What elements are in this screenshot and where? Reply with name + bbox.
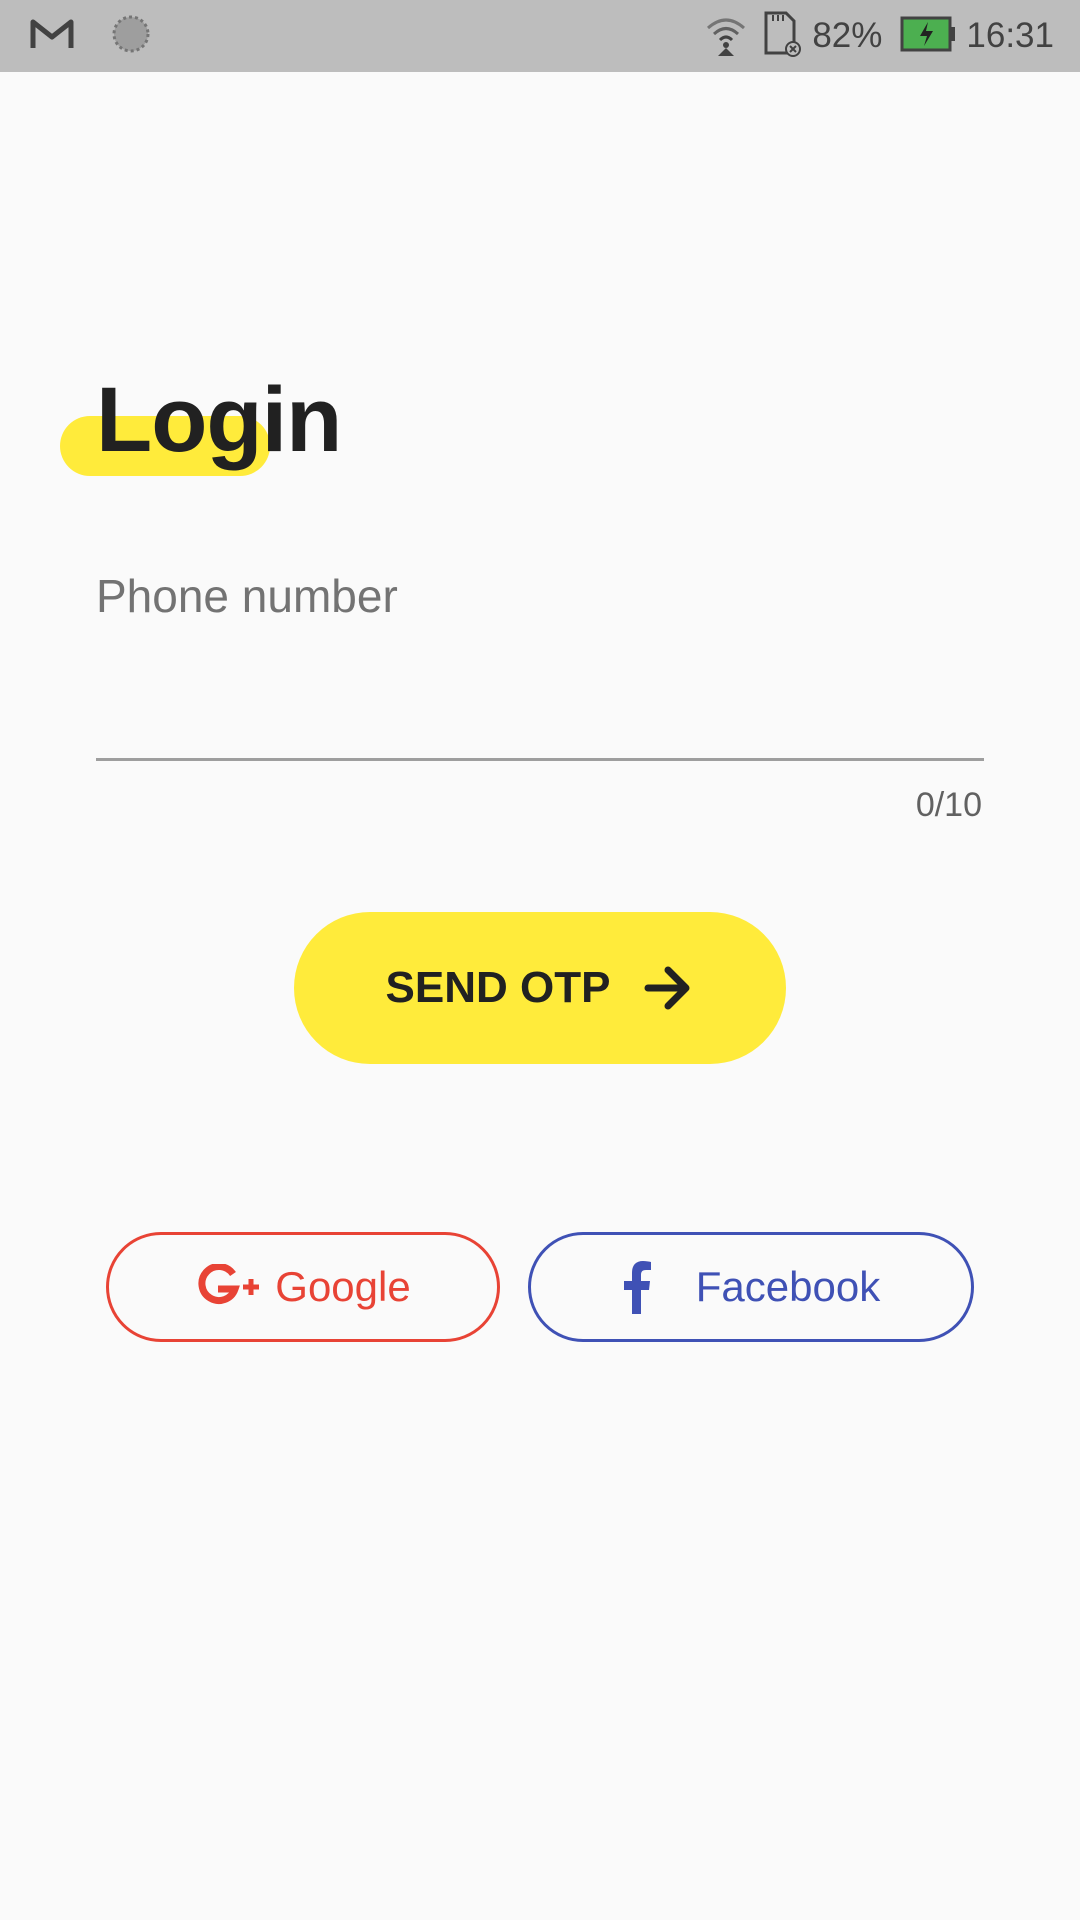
facebook-icon (622, 1260, 652, 1314)
phone-field (96, 552, 984, 652)
google-plus-icon (195, 1264, 263, 1310)
facebook-login-button[interactable]: Facebook (528, 1232, 974, 1342)
login-screen: Login 0/10 SEND OTP Google Facebook (0, 72, 1080, 1920)
phone-input-underline (96, 758, 984, 761)
login-header: Login (60, 302, 420, 476)
gmail-icon (30, 17, 74, 56)
clock: 16:31 (966, 16, 1054, 55)
phone-number-input[interactable] (96, 552, 984, 640)
page-title: Login (96, 369, 342, 471)
facebook-label: Facebook (695, 1263, 881, 1310)
arrow-right-icon (644, 965, 694, 1011)
send-otp-button[interactable]: SEND OTP (294, 912, 786, 1064)
wifi-icon (704, 12, 748, 61)
google-login-button[interactable]: Google (106, 1232, 500, 1342)
phone-char-counter: 0/10 (915, 786, 982, 824)
sd-card-icon (758, 11, 802, 62)
sync-icon (110, 13, 152, 60)
send-otp-label: SEND OTP (385, 963, 611, 1012)
battery-percent: 82% (812, 16, 883, 55)
google-label: Google (275, 1263, 411, 1310)
status-bar: 82% 16:31 (0, 0, 1080, 72)
status-bar-left (30, 13, 188, 60)
status-bar-right: 82% 16:31 (694, 11, 1054, 62)
battery-icon (900, 15, 956, 58)
